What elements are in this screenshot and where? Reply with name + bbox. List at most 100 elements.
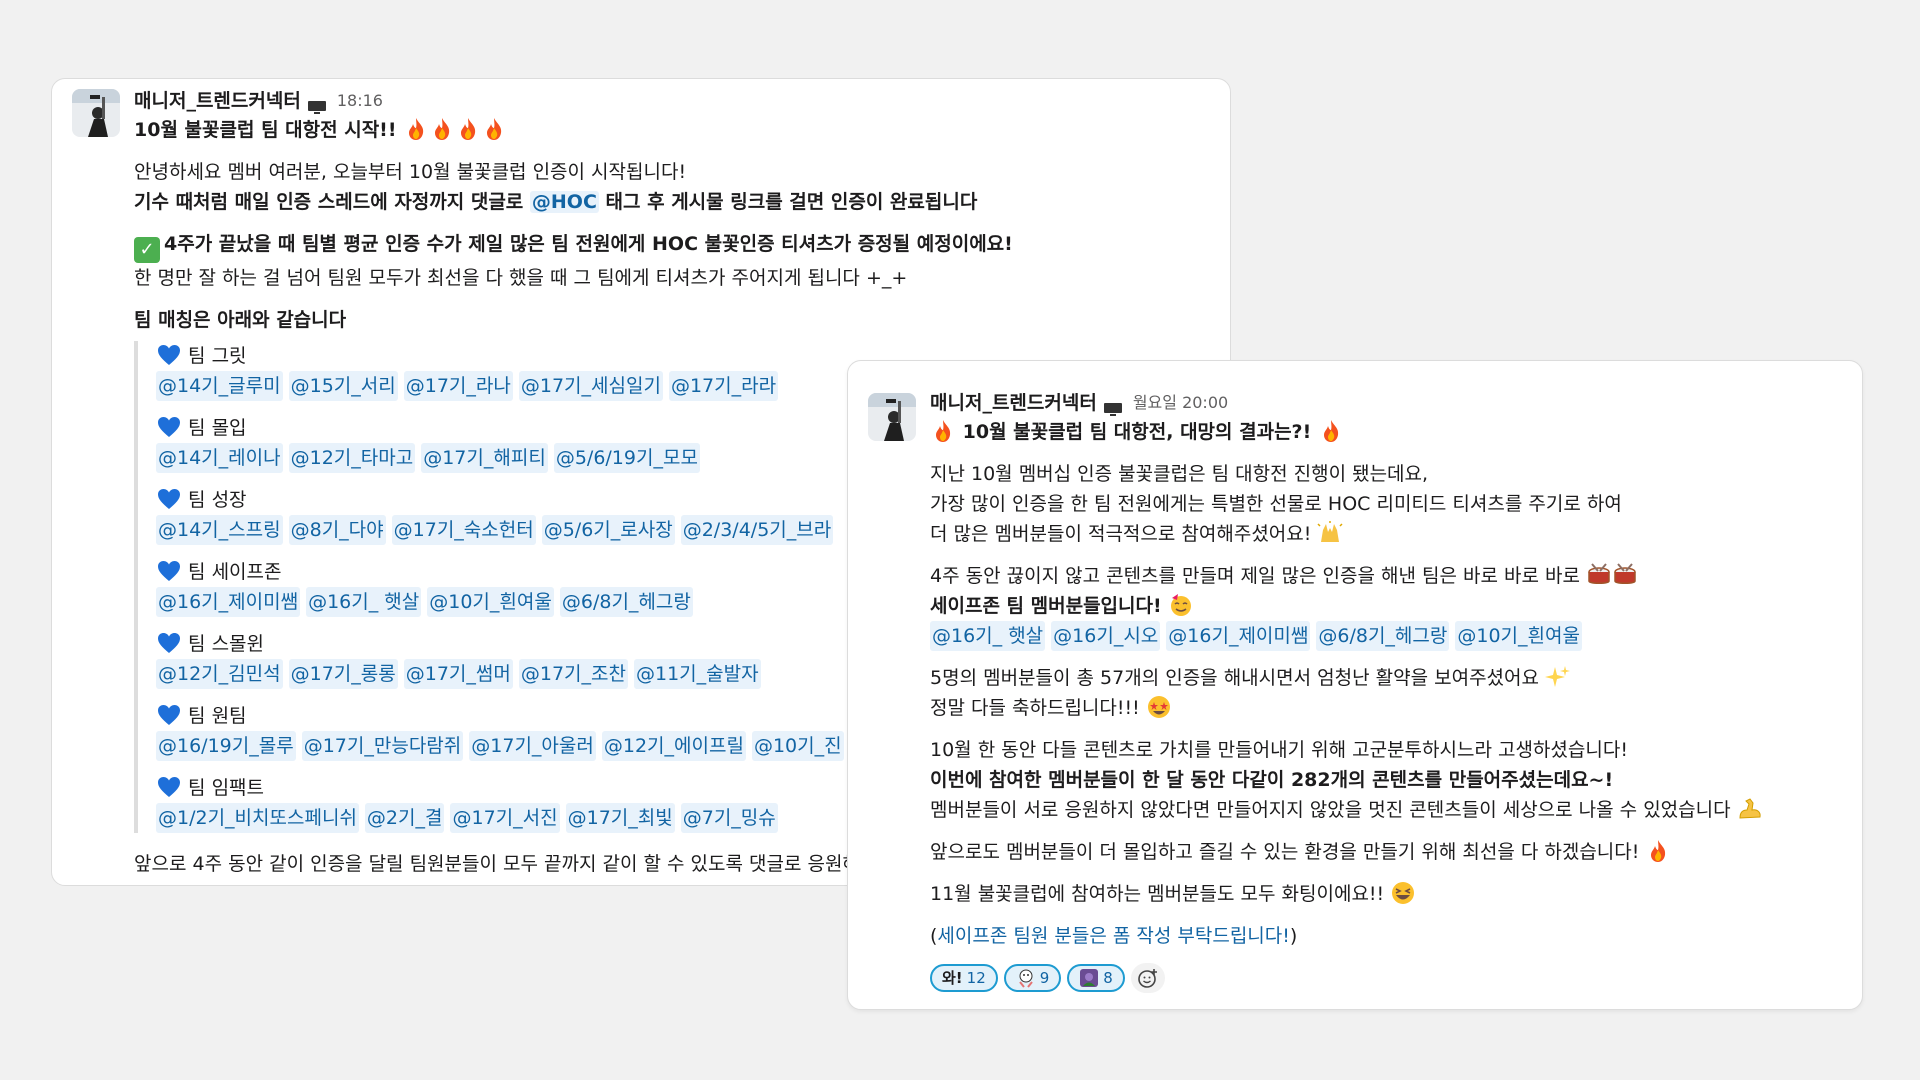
timestamp[interactable]: 월요일 20:00 xyxy=(1133,388,1228,418)
member-mention[interactable]: @17기_만능다람쥐 xyxy=(301,731,464,761)
blue-heart-icon xyxy=(158,489,180,509)
party-face-icon xyxy=(1171,594,1192,616)
title-text: 10월 불꽃클럽 팀 대항전 시작!! xyxy=(134,119,397,141)
monitor-icon xyxy=(1103,396,1123,416)
paragraph-text: 정말 다들 축하드립니다!!! xyxy=(930,697,1140,719)
member-mention[interactable]: @11기_술발자 xyxy=(633,659,761,689)
message-title: 10월 불꽃클럽 팀 대항전 시작!! xyxy=(134,115,1210,145)
paragraph-text: 더 많은 멤버분들이 적극적으로 참여해주셨어요! xyxy=(930,523,1312,545)
member-mention[interactable]: @12기_타마고 xyxy=(288,443,416,473)
member-mention[interactable]: @14기_글루미 xyxy=(156,371,283,401)
member-mention[interactable]: @17기_아울러 xyxy=(469,731,596,761)
sparkles-icon xyxy=(1545,666,1571,687)
fire-icon xyxy=(461,118,476,140)
author-avatar[interactable] xyxy=(868,393,916,441)
member-mention[interactable]: @10기_진 xyxy=(751,731,844,761)
fire-icon xyxy=(435,118,450,140)
paragraph: ✓ 4주가 끝났을 때 팀별 평균 인증 수가 제일 많은 팀 전원에게 HOC … xyxy=(134,229,1210,263)
member-mention[interactable]: @17기_라라 xyxy=(668,371,779,401)
paragraph: 기수 때처럼 매일 인증 스레드에 자정까지 댓글로 @HOC 태그 후 게시물… xyxy=(134,187,1210,217)
form-link[interactable]: 세이프존 팀원 분들은 폼 작성 부탁드립니다! xyxy=(937,925,1289,947)
member-mention[interactable]: @1/2기_비치또스페니쉬 xyxy=(156,803,359,833)
paragraph: 안녕하세요 멤버 여러분, 오늘부터 10월 불꽃클럽 인증이 시작됩니다! xyxy=(134,161,687,183)
team-name: 팀 그릿 xyxy=(188,345,247,367)
check-mark-icon: ✓ xyxy=(134,237,160,263)
member-mention[interactable]: @14기_레이나 xyxy=(156,443,283,473)
paragraph-text: 4주가 끝났을 때 팀별 평균 인증 수가 제일 많은 팀 전원에게 HOC 불… xyxy=(164,233,1013,255)
form-link-line: (세이프존 팀원 분들은 폼 작성 부탁드립니다!) xyxy=(930,921,1842,951)
message-header: 매니저_트렌드커넥터 월요일 20:00 xyxy=(930,389,1842,417)
mention-hoc[interactable]: @HOC xyxy=(529,191,599,213)
member-mention[interactable]: @17기_롱롱 xyxy=(288,659,398,689)
fire-icon xyxy=(1651,840,1666,862)
member-mention[interactable]: @2기_결 xyxy=(364,803,445,833)
paragraph: 한 명만 잘 하는 걸 넘어 팀원 모두가 최선을 다 했을 때 그 팀에게 티… xyxy=(134,267,908,289)
reaction-label: 와! xyxy=(942,969,963,987)
member-mention[interactable]: @16기_ 햇살 xyxy=(306,587,422,617)
section-heading: 팀 매칭은 아래와 같습니다 xyxy=(134,309,347,331)
member-mention[interactable]: @17기_라나 xyxy=(403,371,513,401)
member-mention[interactable]: @16기_제이미쌤 xyxy=(156,587,301,617)
team-name: 팀 몰입 xyxy=(188,417,247,439)
reaction-count: 9 xyxy=(1039,969,1050,987)
flexed-biceps-icon xyxy=(1739,798,1761,819)
paragraph: 4주 동안 끊이지 않고 콘텐츠를 만들며 제일 많은 인증을 해낸 팀은 바로… xyxy=(930,561,1842,591)
team-name: 팀 성장 xyxy=(188,489,247,511)
message-title: 10월 불꽃클럽 팀 대항전, 대망의 결과는?! xyxy=(930,417,1842,447)
paragraph: 5명의 멤버분들이 총 57개의 인증을 해내시면서 엄청난 활약을 보여주셨어… xyxy=(930,663,1842,693)
paragraph: 10월 한 동안 다들 콘텐츠로 가치를 만들어내기 위해 고군분투하시느라 고… xyxy=(930,739,1628,761)
member-mention[interactable]: @5/6/19기_모모 xyxy=(553,443,700,473)
member-mention[interactable]: @2/3/4/5기_브라 xyxy=(680,515,834,545)
blue-heart-icon xyxy=(158,561,180,581)
add-reaction-button[interactable] xyxy=(1130,963,1165,993)
member-mention[interactable]: @16기_ 햇살 xyxy=(930,621,1046,651)
member-mention[interactable]: @17기_조찬 xyxy=(518,659,628,689)
member-mention[interactable]: @8기_다야 xyxy=(288,515,386,545)
member-mention[interactable]: @16/19기_몰루 xyxy=(156,731,296,761)
team-name: 팀 세이프존 xyxy=(188,561,282,583)
author-name[interactable]: 매니저_트렌드커넥터 xyxy=(134,86,301,116)
paragraph-text: 5명의 멤버분들이 총 57개의 인증을 해내시면서 엄청난 활약을 보여주셨어… xyxy=(930,667,1539,689)
member-mention[interactable]: @16기_제이미쌤 xyxy=(1166,621,1311,651)
paragraph-text: 4주 동안 끊이지 않고 콘텐츠를 만들며 제일 많은 인증을 해낸 팀은 바로… xyxy=(930,565,1580,587)
member-mention[interactable]: @17기_해피티 xyxy=(421,443,548,473)
author-name[interactable]: 매니저_트렌드커넥터 xyxy=(930,388,1097,418)
member-mention[interactable]: @16기_시오 xyxy=(1051,621,1161,651)
member-mention[interactable]: @12기_김민석 xyxy=(156,659,283,689)
paragraph-text: 11월 불꽃클럽에 참여하는 멤버분들도 모두 화팅이에요!! xyxy=(930,883,1385,905)
raising-hands-icon xyxy=(1317,521,1343,542)
grinning-squint-face-icon xyxy=(1392,882,1415,904)
member-mention[interactable]: @12기_에이프릴 xyxy=(601,731,746,761)
member-mention[interactable]: @17기_숙소헌터 xyxy=(391,515,536,545)
fire-icon xyxy=(1323,420,1339,442)
member-mention[interactable]: @6/8기_헤그랑 xyxy=(1316,621,1450,651)
timestamp[interactable]: 18:16 xyxy=(337,86,383,116)
member-mention[interactable]: @10기_흰여울 xyxy=(1455,621,1582,651)
reaction-purple-character[interactable]: 8 xyxy=(1067,964,1125,992)
reaction-clap-character[interactable]: 9 xyxy=(1003,964,1062,992)
member-mention[interactable]: @6/8기_헤그랑 xyxy=(559,587,693,617)
drum-icon xyxy=(1588,563,1610,584)
fire-icon xyxy=(487,118,502,140)
member-mention[interactable]: @17기_세심일기 xyxy=(518,371,663,401)
drum-icon xyxy=(1614,563,1636,584)
reaction-wow[interactable]: 와! 12 xyxy=(930,964,998,992)
member-mention[interactable]: @17기_서진 xyxy=(450,803,560,833)
member-mention[interactable]: @5/6기_로사장 xyxy=(541,515,675,545)
member-mention[interactable]: @10기_흰여울 xyxy=(427,587,554,617)
paren: ) xyxy=(1289,925,1298,947)
star-struck-icon xyxy=(1147,696,1170,718)
message-body: 매니저_트렌드커넥터 월요일 20:00 10월 불꽃클럽 팀 대항전, 대망의… xyxy=(930,389,1842,993)
paragraph: 세이프존 팀 멤버분들입니다! xyxy=(930,591,1842,621)
add-reaction-icon xyxy=(1138,969,1157,988)
member-mention[interactable]: @15기_서리 xyxy=(288,371,398,401)
paragraph: 지난 10월 멤버십 인증 불꽃클럽은 팀 대항전 진행이 됐는데요, xyxy=(930,463,1429,485)
member-mention[interactable]: @7기_밍슈 xyxy=(680,803,778,833)
fire-emoji-group xyxy=(403,118,507,141)
member-mention[interactable]: @17기_최빛 xyxy=(565,803,675,833)
member-mention[interactable]: @17기_썸머 xyxy=(403,659,513,689)
paragraph: 멤버분들이 서로 응원하지 않았다면 만들어지지 않았을 멋진 콘텐츠들이 세상… xyxy=(930,795,1842,825)
author-avatar[interactable] xyxy=(72,89,120,137)
blue-heart-icon xyxy=(158,417,180,437)
member-mention[interactable]: @14기_스프링 xyxy=(156,515,283,545)
